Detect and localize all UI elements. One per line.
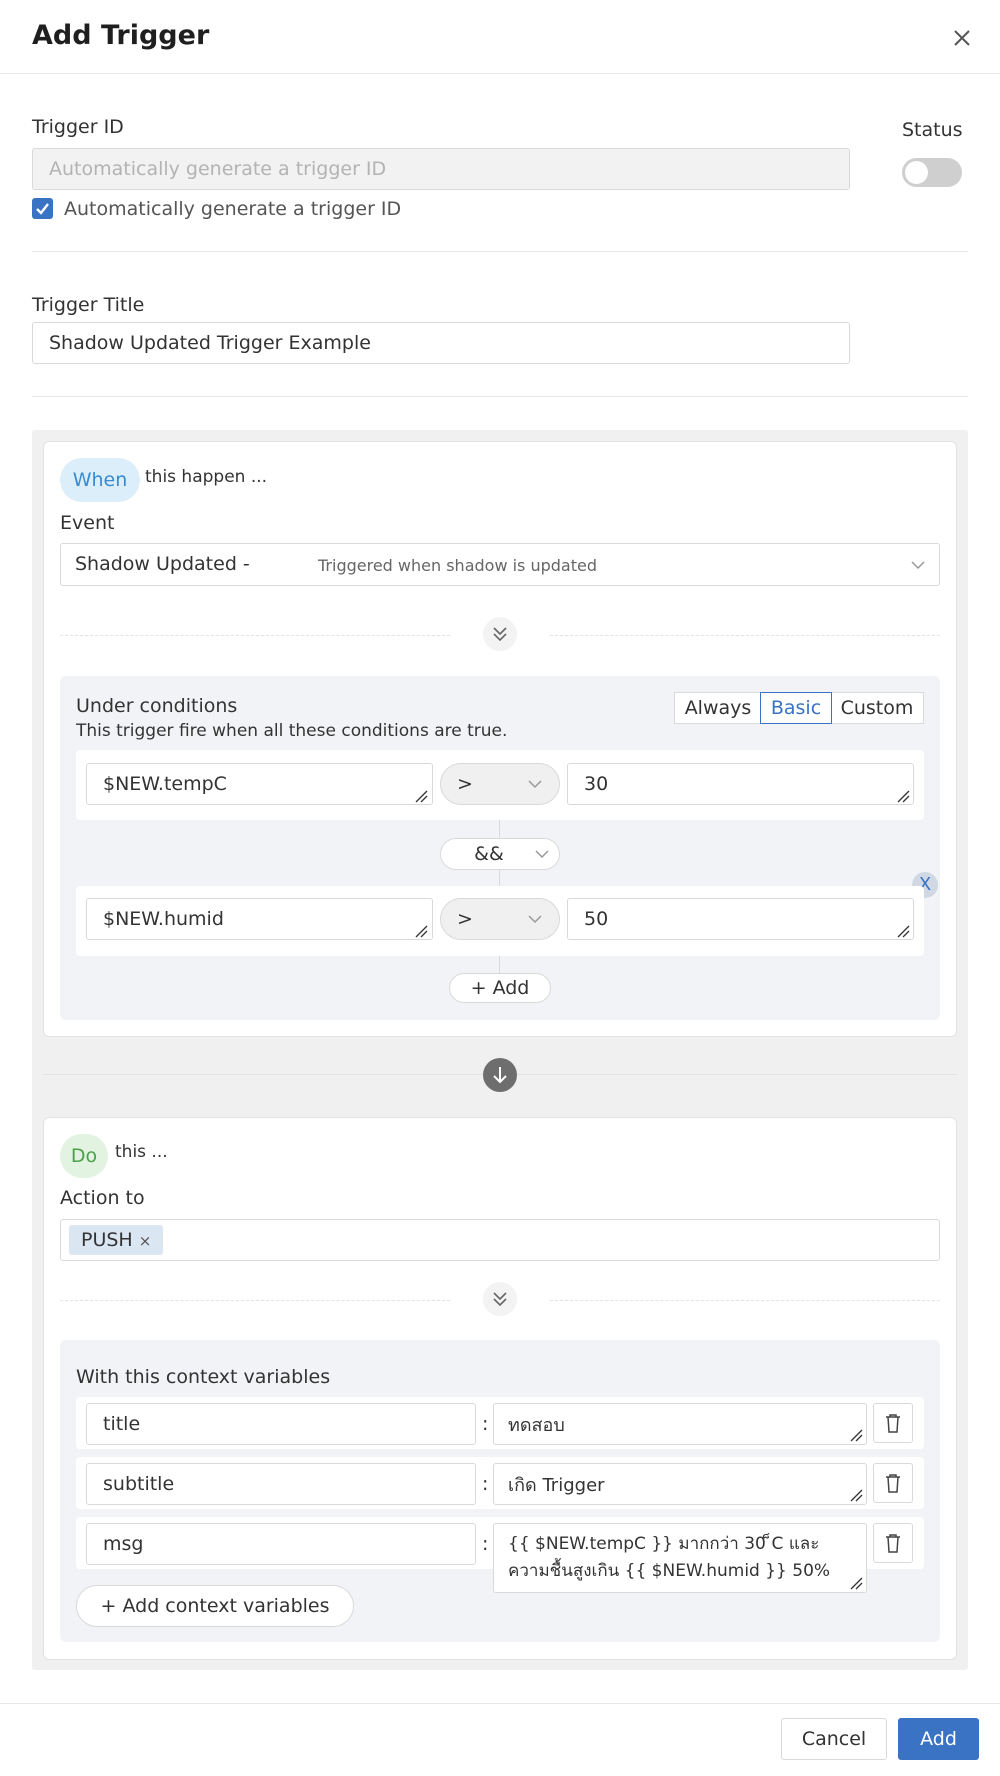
trash-icon <box>886 1414 900 1433</box>
action-tags-input[interactable]: PUSH × <box>60 1219 940 1261</box>
chevron-down-icon <box>526 775 544 793</box>
add-button[interactable]: Add <box>898 1718 979 1760</box>
auto-generate-label: Automatically generate a trigger ID <box>64 198 402 220</box>
resize-grip-icon[interactable] <box>896 924 910 938</box>
trash-icon <box>886 1534 900 1553</box>
resize-grip-icon[interactable] <box>896 789 910 803</box>
context-value-input[interactable]: เกิด Trigger <box>493 1463 867 1505</box>
trash-icon <box>886 1474 900 1493</box>
cancel-button[interactable]: Cancel <box>781 1718 887 1760</box>
trigger-title-input[interactable]: Shadow Updated Trigger Example <box>32 322 850 364</box>
trigger-title-label: Trigger Title <box>32 294 145 316</box>
trigger-id-input[interactable]: Automatically generate a trigger ID <box>32 148 850 190</box>
context-key-input[interactable]: subtitle <box>86 1463 476 1505</box>
event-select[interactable]: Shadow Updated - Triggered when shadow i… <box>60 543 940 586</box>
resize-grip-icon[interactable] <box>849 1488 863 1502</box>
divider <box>550 1300 940 1301</box>
arrow-down-icon <box>483 1058 517 1092</box>
when-caption: this happen ... <box>145 467 268 487</box>
context-key-input[interactable]: title <box>86 1403 476 1445</box>
dialog-header: Add Trigger <box>0 0 1000 74</box>
tag-label: PUSH <box>81 1229 133 1251</box>
add-condition-label: Add <box>492 977 530 999</box>
divider <box>60 635 450 636</box>
context-value-input[interactable]: {{ $NEW.tempC }} มากกว่า 30 ็C และความชื… <box>493 1523 867 1593</box>
chevron-down-icon <box>533 845 551 863</box>
conditions-title: Under conditions <box>76 695 238 717</box>
context-title: With this context variables <box>76 1366 331 1388</box>
operator-value: > <box>457 773 473 795</box>
connector-line <box>499 820 500 838</box>
joiner-value: && <box>474 843 504 865</box>
delete-context-button[interactable] <box>873 1403 913 1443</box>
chevron-down-icon <box>909 556 927 574</box>
plus-icon: + <box>470 977 487 999</box>
delete-context-button[interactable] <box>873 1463 913 1503</box>
mode-always[interactable]: Always <box>674 692 762 724</box>
checkmark-icon <box>36 203 49 215</box>
action-label: Action to <box>60 1187 145 1209</box>
status-label: Status <box>902 119 963 141</box>
event-value: Shadow Updated - <box>75 553 250 575</box>
resize-grip-icon[interactable] <box>414 789 428 803</box>
connector-line <box>499 870 500 886</box>
divider <box>550 635 940 636</box>
double-chevron-down-icon[interactable] <box>483 617 517 651</box>
condition-right-input[interactable]: 50 <box>567 898 914 940</box>
plus-icon: + <box>100 1595 117 1617</box>
condition-operator-select[interactable]: > <box>440 763 560 805</box>
resize-grip-icon[interactable] <box>849 1428 863 1442</box>
dialog-title: Add Trigger <box>32 20 210 51</box>
divider <box>32 251 968 252</box>
resize-grip-icon[interactable] <box>849 1576 863 1590</box>
condition-operator-select[interactable]: > <box>440 898 560 940</box>
condition-right-input[interactable]: 30 <box>567 763 914 805</box>
operator-value: > <box>457 908 473 930</box>
chevron-down-icon <box>526 910 544 928</box>
separator: : <box>482 1413 489 1435</box>
divider <box>32 396 968 397</box>
event-description: Triggered when shadow is updated <box>318 556 598 575</box>
tag-remove-icon[interactable]: × <box>139 1232 152 1250</box>
mode-custom[interactable]: Custom <box>830 692 924 724</box>
context-key-input[interactable]: msg <box>86 1523 476 1565</box>
add-context-label: Add context variables <box>122 1595 330 1617</box>
close-icon[interactable] <box>948 24 976 52</box>
divider <box>43 1074 483 1075</box>
joiner-select[interactable]: && <box>440 838 560 870</box>
separator: : <box>482 1473 489 1495</box>
auto-generate-checkbox[interactable] <box>32 198 53 219</box>
condition-left-input[interactable]: $NEW.tempC <box>86 763 433 805</box>
resize-grip-icon[interactable] <box>414 924 428 938</box>
mode-basic[interactable]: Basic <box>760 692 832 724</box>
separator: : <box>482 1533 489 1555</box>
connector-line <box>499 956 500 974</box>
toggle-knob <box>905 161 928 184</box>
when-pill: When <box>60 458 140 502</box>
do-pill: Do <box>60 1134 108 1178</box>
trigger-id-label: Trigger ID <box>32 116 124 138</box>
delete-context-button[interactable] <box>873 1523 913 1563</box>
footer-divider <box>0 1703 1000 1704</box>
divider <box>517 1074 957 1075</box>
do-caption: this ... <box>115 1142 168 1162</box>
status-toggle[interactable] <box>902 158 962 187</box>
double-chevron-down-icon[interactable] <box>483 1282 517 1316</box>
event-label: Event <box>60 512 115 534</box>
add-condition-button[interactable]: + Add <box>449 973 551 1003</box>
context-value-input[interactable]: ทดสอบ <box>493 1403 867 1445</box>
conditions-subtitle: This trigger fire when all these conditi… <box>76 721 508 741</box>
divider <box>60 1300 450 1301</box>
action-tag: PUSH × <box>69 1225 164 1255</box>
add-context-variable-button[interactable]: + Add context variables <box>76 1585 354 1627</box>
condition-left-input[interactable]: $NEW.humid <box>86 898 433 940</box>
